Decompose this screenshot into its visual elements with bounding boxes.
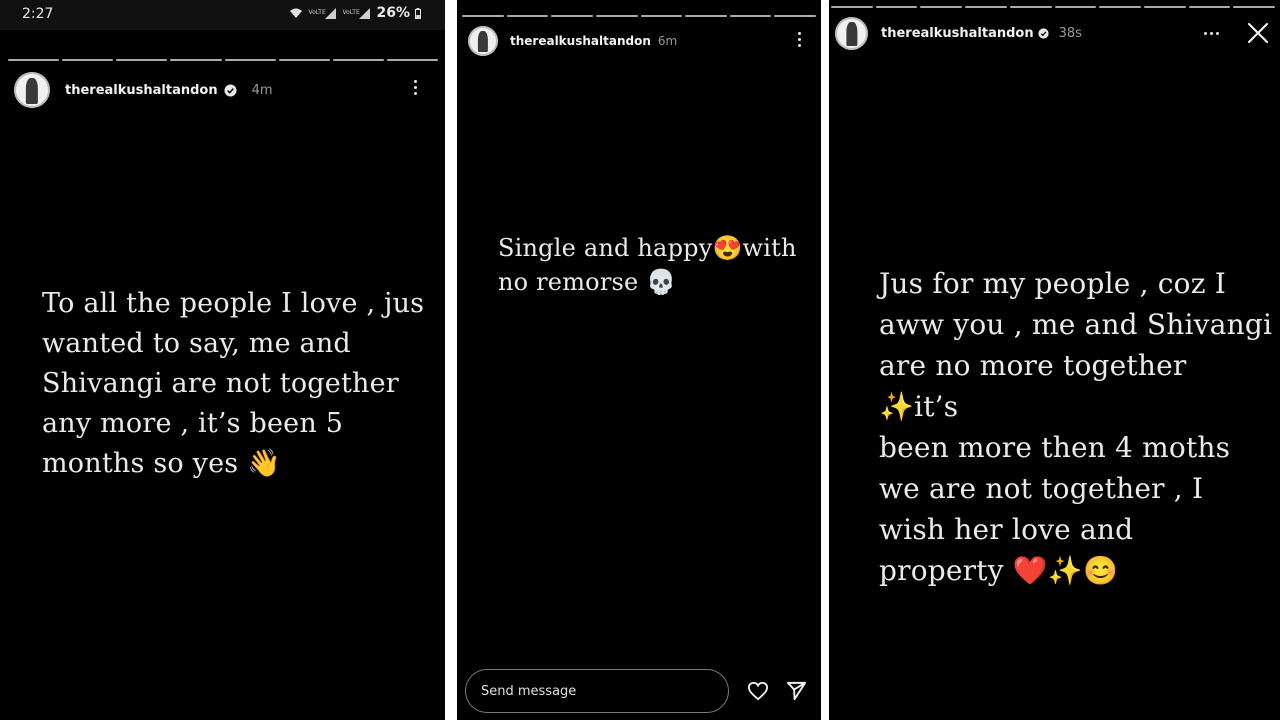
progress-segment <box>1099 6 1141 8</box>
post-time: 38s <box>1058 25 1082 41</box>
progress-segment <box>831 6 873 8</box>
story-text: Jus for my people , coz I aww you , me a… <box>879 267 1273 587</box>
avatar[interactable] <box>14 72 50 108</box>
send-icon[interactable] <box>786 680 807 701</box>
progress-segment <box>1188 6 1231 8</box>
send-message-placeholder: Send message <box>481 684 577 699</box>
progress-segment <box>62 59 114 61</box>
story-header[interactable]: therealkushaltandon 6m <box>468 25 677 57</box>
progress-segment <box>595 15 638 17</box>
username[interactable]: therealkushaltandon <box>65 83 218 98</box>
signal-icon <box>325 7 337 19</box>
progress-segment <box>1054 6 1097 8</box>
progress-segment <box>506 15 549 17</box>
progress-segment <box>920 6 963 8</box>
story-panel-1: 2:27 VoLTE VoLTE 26% therealkushaltandon… <box>0 0 445 720</box>
story-text: To all the people I love , jus wanted to… <box>42 288 425 479</box>
progress-segment <box>1233 6 1276 8</box>
avatar[interactable] <box>835 16 868 50</box>
verified-icon <box>224 83 237 97</box>
username[interactable]: therealkushaltandon <box>881 26 1034 41</box>
verified-icon <box>1038 27 1049 39</box>
progress-segment <box>551 15 593 17</box>
progress-segment <box>332 59 384 61</box>
progress-segment <box>1009 6 1052 8</box>
progress-segment <box>685 15 727 17</box>
post-time: 6m <box>657 34 678 48</box>
story-header[interactable]: therealkushaltandon 4m <box>14 72 273 108</box>
progress-segment <box>774 15 816 17</box>
status-bar: 2:27 VoLTE VoLTE 26% <box>0 0 445 30</box>
story-panel-2: therealkushaltandon 6m Single and happy😍… <box>457 0 821 720</box>
sim2-tag: VoLTE <box>342 9 360 16</box>
progress-segment <box>1143 6 1186 8</box>
status-time: 2:27 <box>22 6 54 22</box>
progress-segment <box>278 59 330 61</box>
wifi-icon <box>290 8 303 18</box>
progress-segment <box>462 15 504 17</box>
close-icon[interactable] <box>1247 22 1269 44</box>
progress-segment <box>224 59 276 61</box>
story-progress <box>831 6 1276 8</box>
story-text: Single and happy😍with no remorse 💀 <box>498 234 797 296</box>
progress-segment <box>965 6 1007 8</box>
story-progress <box>462 15 816 17</box>
more-horizontal-icon[interactable] <box>1204 32 1219 35</box>
battery-icon <box>415 7 421 19</box>
story-header[interactable]: therealkushaltandon 38s <box>835 16 1082 50</box>
battery-level: 26% <box>376 5 410 21</box>
more-vertical-icon[interactable] <box>414 80 418 95</box>
signal-icon <box>359 7 371 19</box>
progress-segment <box>875 6 918 8</box>
progress-segment <box>729 15 772 17</box>
send-message-input[interactable]: Send message <box>465 669 729 713</box>
heart-icon[interactable] <box>747 681 769 701</box>
avatar[interactable] <box>468 26 498 56</box>
story-panel-3: therealkushaltandon 38s Jus for my peopl… <box>829 0 1280 720</box>
progress-segment <box>116 59 168 61</box>
post-time: 4m <box>251 82 273 98</box>
more-vertical-icon[interactable] <box>798 32 802 47</box>
progress-segment <box>8 59 60 61</box>
username[interactable]: therealkushaltandon <box>510 34 651 48</box>
progress-segment <box>170 59 222 61</box>
progress-segment <box>386 59 438 61</box>
sim1-tag: VoLTE <box>308 9 326 16</box>
progress-segment <box>640 15 683 17</box>
story-progress <box>8 59 438 61</box>
